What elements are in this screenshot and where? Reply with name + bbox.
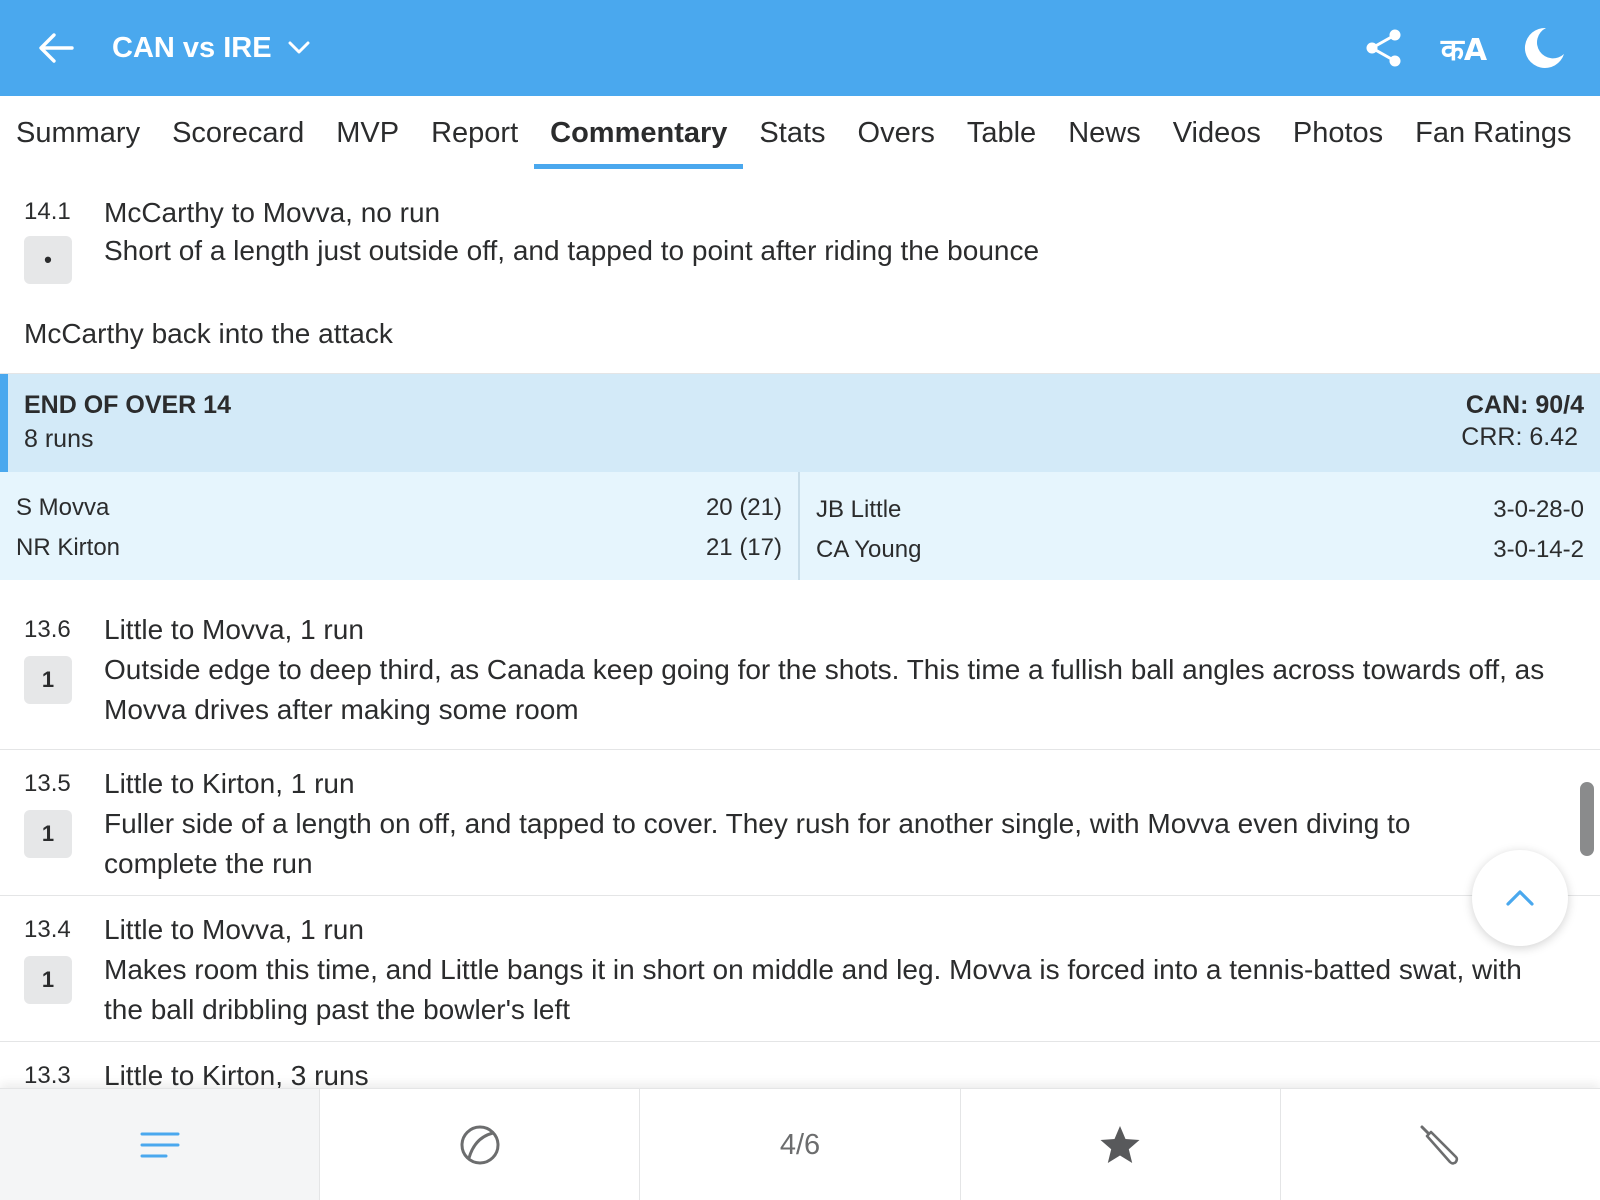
menu-icon (140, 1132, 180, 1158)
ball-description: Fuller side of a length on off, and tapp… (104, 808, 1411, 879)
ball-description: Outside edge to deep third, as Canada ke… (104, 654, 1545, 725)
over-number: 13.6 (24, 616, 71, 643)
ball-result-badge: 1 (24, 810, 72, 858)
bowler-row: JB Little 3-0-28-0 (816, 490, 1584, 530)
commentary-item: 13.6 1 Little to Movva, 1 run Outside ed… (0, 580, 1600, 750)
ball-result-badge: 1 (24, 956, 72, 1004)
ball-headline: Little to Movva, 1 run (104, 614, 364, 645)
end-of-over-summary: END OF OVER 14 8 runs CAN: 90/4 CRR: 6.4… (0, 374, 1600, 580)
bowler-name: CA Young (816, 536, 922, 563)
tab-videos[interactable]: Videos (1157, 96, 1277, 176)
current-run-rate: CRR: 6.42 (1461, 423, 1578, 451)
chevron-down-icon (288, 41, 310, 55)
tab-overs[interactable]: Overs (842, 96, 951, 176)
end-of-over-title: END OF OVER 14 (24, 391, 231, 419)
bottom-nav: 4/6 (0, 1088, 1600, 1200)
batter-stat: 21 (17) (705, 534, 782, 561)
tab-table[interactable]: Table (951, 96, 1052, 176)
ball-headline: Little to Movva, 1 run (104, 914, 364, 945)
back-arrow-icon (39, 33, 74, 63)
bowler-stat: 3-0-28-0 (1493, 496, 1584, 523)
ball-description: Short of a length just outside off, and … (104, 235, 1040, 266)
team-score: CAN: 90/4 (1465, 391, 1584, 419)
over-number: 14.1 (24, 198, 71, 225)
bowler-name: JB Little (816, 496, 902, 523)
dark-mode-icon[interactable] (1520, 24, 1568, 72)
batter-row: NR Kirton 21 (17) (16, 528, 782, 568)
page-indicator[interactable]: 4/6 (640, 1089, 961, 1200)
bat-icon (1420, 1125, 1459, 1165)
over-runs: 8 runs (24, 425, 94, 453)
ball-icon (460, 1125, 500, 1165)
tab-fan-ratings[interactable]: Fan Ratings (1399, 96, 1587, 176)
language-toggle-icon[interactable]: कA (1440, 24, 1488, 72)
nav-highlights[interactable] (961, 1089, 1281, 1200)
over-number: 13.5 (24, 770, 71, 797)
bowler-row: CA Young 3-0-14-2 (816, 530, 1584, 570)
batters-summary: S Movva 20 (21) NR Kirton 21 (17) (0, 472, 800, 580)
nav-batting[interactable] (1281, 1089, 1600, 1200)
batter-stat: 20 (21) (705, 494, 782, 521)
ball-result-badge: 1 (24, 656, 72, 704)
chevron-up-icon (1506, 890, 1534, 906)
nav-ball-by-ball[interactable] (320, 1089, 641, 1200)
tab-news[interactable]: News (1052, 96, 1157, 176)
ball-result-badge: • (24, 236, 72, 284)
commentary-item: 13.3 Little to Kirton, 3 runs (0, 1042, 1600, 1088)
match-selector[interactable]: CAN vs IRE (112, 0, 310, 96)
match-tabs: Summary Scorecard MVP Report Commentary … (0, 96, 1600, 176)
bowlers-summary: JB Little 3-0-28-0 CA Young 3-0-14-2 (800, 472, 1600, 580)
tab-stats[interactable]: Stats (743, 96, 841, 176)
ball-headline: Little to Kirton, 1 run (104, 768, 355, 799)
scrollbar-thumb[interactable] (1580, 782, 1594, 856)
app-bar: CAN vs IRE कA (0, 0, 1600, 96)
star-icon (1100, 1126, 1140, 1163)
tab-commentary[interactable]: Commentary (534, 96, 744, 176)
batter-row: S Movva 20 (21) (16, 488, 782, 528)
ball-headline: McCarthy to Movva, no run (104, 197, 441, 228)
ball-headline: Little to Kirton, 3 runs (104, 1060, 369, 1088)
tab-mvp[interactable]: MVP (320, 96, 415, 176)
commentary-item: 14.1 • McCarthy to Movva, no run Short o… (0, 176, 1600, 288)
bowler-stat: 3-0-14-2 (1493, 536, 1584, 563)
match-title: CAN vs IRE (112, 31, 272, 64)
tab-scorecard[interactable]: Scorecard (156, 96, 320, 176)
over-number: 13.3 (24, 1062, 71, 1088)
tab-photos[interactable]: Photos (1277, 96, 1399, 176)
over-number: 13.4 (24, 916, 71, 943)
tab-report[interactable]: Report (415, 96, 534, 176)
back-button[interactable] (34, 28, 78, 68)
batter-name: S Movva (16, 494, 110, 521)
tab-summary[interactable]: Summary (0, 96, 156, 176)
commentary-item: 13.4 1 Little to Movva, 1 run Makes room… (0, 896, 1600, 1042)
share-icon[interactable] (1360, 24, 1408, 72)
commentary-note: McCarthy back into the attack (0, 288, 1600, 374)
batter-name: NR Kirton (16, 534, 121, 561)
nav-commentary-list[interactable] (0, 1089, 321, 1200)
ball-description: Makes room this time, and Little bangs i… (104, 954, 1522, 1025)
commentary-feed: 14.1 • McCarthy to Movva, no run Short o… (0, 176, 1600, 1088)
scroll-to-top-button[interactable] (1472, 850, 1568, 946)
commentary-item: 13.5 1 Little to Kirton, 1 run Fuller si… (0, 750, 1600, 896)
